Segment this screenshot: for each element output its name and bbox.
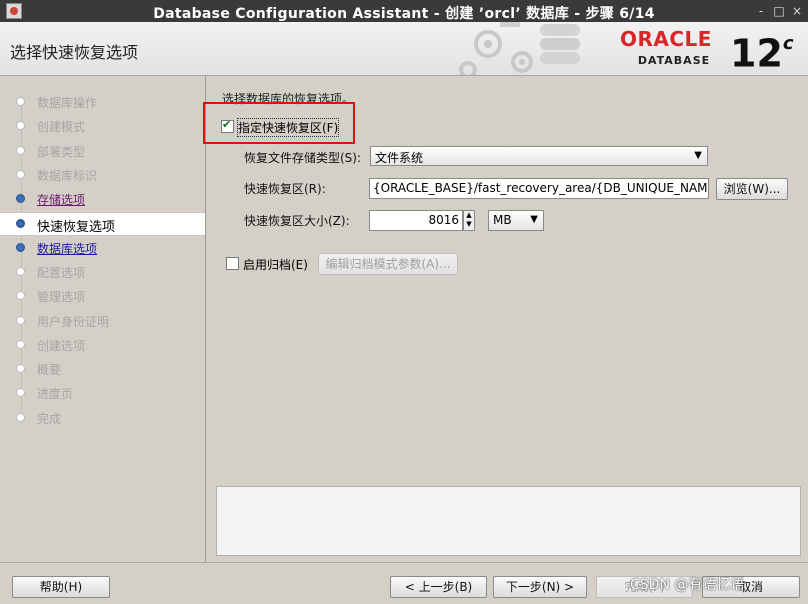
- step-dot-icon: [16, 170, 25, 179]
- nav-step-creation-options: 创建选项: [0, 334, 205, 356]
- fra-size-unit-value: MB: [493, 213, 512, 227]
- version-number: 12: [730, 31, 783, 76]
- fra-size-input[interactable]: 8016: [369, 210, 463, 231]
- nav-step-label[interactable]: 数据库选项: [37, 240, 97, 257]
- window-title: Database Configuration Assistant - 创建 ’o…: [153, 6, 655, 22]
- archive-checkbox[interactable]: [226, 257, 239, 270]
- step-dot-icon: [16, 413, 25, 422]
- step-dot-icon: [16, 340, 25, 349]
- nav-step-label: 快速恢复选项: [37, 220, 116, 235]
- step-dot-icon: [16, 316, 25, 325]
- step-dot-icon: [16, 219, 25, 228]
- nav-step-label: 管理选项: [37, 290, 86, 304]
- nav-step-label: 创建选项: [37, 339, 86, 353]
- header-banner: 选择快速恢复选项 ORACLE DATABASE 12c: [0, 22, 808, 76]
- step-dot-icon: [16, 267, 25, 276]
- maximize-button[interactable]: □: [770, 2, 788, 20]
- minimize-button[interactable]: -: [752, 2, 770, 20]
- nav-step-label: 配置选项: [37, 266, 86, 280]
- step-dot-icon: [16, 121, 25, 130]
- nav-step-database-operation: 数据库操作: [0, 91, 205, 113]
- fra-location-input[interactable]: {ORACLE_BASE}/fast_recovery_area/{DB_UNI…: [369, 178, 709, 199]
- nav-step-fast-recovery[interactable]: 快速恢复选项: [0, 212, 205, 236]
- steps-navigation: 数据库操作 创建模式 部署类型 数据库标识 存储选项 快速恢复选项 数据库选项 …: [0, 76, 206, 562]
- storage-type-label: 恢复文件存储类型(S):: [244, 151, 362, 165]
- message-panel: [216, 486, 801, 556]
- fra-size-spinner[interactable]: ▲ ▼: [463, 210, 475, 231]
- step-dot-icon: [16, 243, 25, 252]
- storage-type-value: 文件系统: [375, 151, 424, 165]
- nav-step-label: 进度页: [37, 387, 74, 401]
- step-dot-icon: [16, 97, 25, 106]
- oracle-logo-text: ORACLE: [620, 27, 712, 51]
- step-dot-icon: [16, 146, 25, 155]
- nav-step-label: 概要: [37, 363, 62, 377]
- next-button[interactable]: 下一步(N) >: [493, 576, 587, 598]
- nav-step-management-options: 管理选项: [0, 285, 205, 307]
- chevron-down-icon: ▼: [530, 214, 538, 225]
- version-suffix: c: [782, 33, 794, 54]
- fra-checkbox-label[interactable]: 指定快速恢复区(F): [236, 118, 340, 137]
- main-content: 选择数据库的恢复选项。 指定快速恢复区(F) 恢复文件存储类型(S): 文件系统…: [203, 76, 808, 562]
- nav-step-user-credentials: 用户身份证明: [0, 310, 205, 332]
- step-dot-icon: [16, 194, 25, 203]
- nav-step-config-options: 配置选项: [0, 261, 205, 283]
- step-dot-icon: [16, 291, 25, 300]
- nav-step-storage-options[interactable]: 存储选项: [0, 188, 205, 210]
- browse-button[interactable]: 浏览(W)...: [716, 178, 788, 200]
- nav-step-summary: 概要: [0, 358, 205, 380]
- nav-step-label: 完成: [37, 412, 62, 426]
- version-logo: 12c: [730, 26, 794, 76]
- nav-step-creation-mode: 创建模式: [0, 115, 205, 137]
- nav-step-label: 创建模式: [37, 120, 86, 134]
- archive-checkbox-label[interactable]: 启用归档(E): [243, 256, 308, 273]
- window-titlebar: Database Configuration Assistant - 创建 ’o…: [0, 0, 808, 22]
- fra-size-label: 快速恢复区大小(Z):: [244, 214, 350, 228]
- fra-location-label: 快速恢复区(R):: [244, 182, 326, 196]
- fra-checkbox[interactable]: [221, 118, 234, 133]
- nav-step-deployment-type: 部署类型: [0, 140, 205, 162]
- nav-step-database-options[interactable]: 数据库选项: [0, 237, 205, 259]
- nav-step-label: 数据库标识: [37, 169, 98, 183]
- nav-step-progress: 进度页: [0, 382, 205, 404]
- nav-step-database-id: 数据库标识: [0, 164, 205, 186]
- nav-step-label: 部署类型: [37, 145, 86, 159]
- oracle-database-text: DATABASE: [637, 54, 711, 67]
- nav-step-finish: 完成: [0, 407, 205, 429]
- gears-graphic-icon: [459, 22, 580, 75]
- fra-size-unit-select[interactable]: MB ▼: [488, 210, 544, 231]
- storage-type-select[interactable]: 文件系统 ▼: [370, 146, 708, 166]
- nav-step-label: 用户身份证明: [37, 315, 110, 329]
- nav-step-label[interactable]: 存储选项: [37, 191, 85, 208]
- chevron-down-icon: ▼: [694, 150, 702, 161]
- back-button[interactable]: < 上一步(B): [390, 576, 487, 598]
- step-dot-icon: [16, 364, 25, 373]
- edit-archive-params-button[interactable]: 编辑归档模式参数(A)...: [318, 253, 458, 275]
- step-dot-icon: [16, 388, 25, 397]
- nav-step-label: 数据库操作: [37, 96, 98, 110]
- page-title: 选择快速恢复选项: [10, 43, 139, 62]
- oracle-logo: ORACLE DATABASE: [620, 28, 728, 67]
- csdn-watermark: CSDN @有语忆语: [630, 577, 745, 593]
- close-button[interactable]: ×: [788, 2, 806, 20]
- help-button[interactable]: 帮助(H): [12, 576, 110, 598]
